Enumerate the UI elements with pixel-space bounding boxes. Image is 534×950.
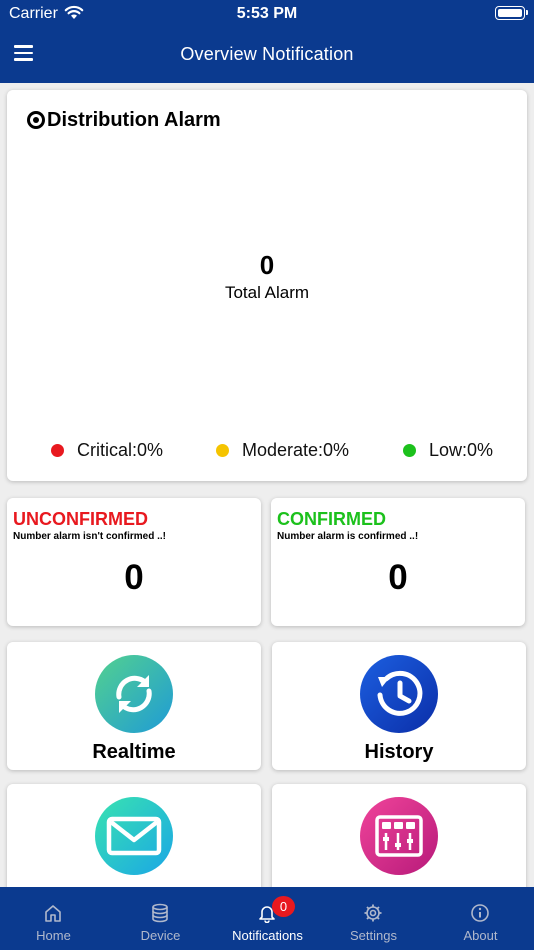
history-label: History bbox=[364, 741, 434, 763]
notification-badge: 0 bbox=[272, 896, 295, 917]
tab-about-label: About bbox=[463, 928, 498, 943]
total-alarm-value: 0 bbox=[259, 250, 275, 280]
unconfirmed-card[interactable]: UNCONFIRMED Number alarm isn't confirmed… bbox=[7, 498, 261, 626]
confirmed-subtitle: Number alarm is confirmed ..! bbox=[277, 531, 419, 542]
tab-notifications-label: Notifications bbox=[232, 928, 303, 943]
critical-dot-icon bbox=[51, 444, 64, 457]
legend-critical-label: Critical:0% bbox=[77, 440, 164, 460]
app-header: Carrier 5:53 PM Overview Notification bbox=[0, 0, 534, 83]
history-tile[interactable]: History bbox=[272, 642, 526, 770]
realtime-label: Realtime bbox=[92, 741, 176, 763]
tab-home[interactable]: Home bbox=[0, 887, 107, 950]
tab-bar: Home Device Notifications Settings About bbox=[0, 887, 534, 950]
database-icon bbox=[152, 903, 168, 923]
tab-settings-label: Settings bbox=[350, 928, 397, 943]
tab-device[interactable]: Device bbox=[107, 887, 214, 950]
history-clock-icon bbox=[360, 655, 438, 733]
total-alarm-label: Total Alarm bbox=[224, 283, 310, 302]
target-icon bbox=[27, 111, 45, 129]
legend-low-label: Low:0% bbox=[429, 440, 494, 460]
legend-low: Low:0% bbox=[403, 440, 493, 461]
unconfirmed-value: 0 bbox=[124, 558, 144, 597]
distribution-alarm-card: Distribution Alarm 0 Total Alarm Critica… bbox=[7, 90, 527, 481]
realtime-tile[interactable]: Realtime bbox=[7, 642, 261, 770]
info-icon bbox=[471, 904, 489, 922]
tab-about[interactable]: About bbox=[427, 887, 534, 950]
unconfirmed-title: UNCONFIRMED bbox=[13, 509, 148, 529]
tab-notifications[interactable]: Notifications bbox=[214, 887, 321, 950]
legend-critical: Critical:0% bbox=[51, 440, 163, 461]
mixer-panel-icon bbox=[360, 797, 438, 875]
tab-settings[interactable]: Settings bbox=[320, 887, 427, 950]
refresh-icon bbox=[95, 655, 173, 733]
status-time: 5:53 PM bbox=[236, 5, 298, 22]
home-icon bbox=[45, 905, 61, 922]
low-dot-icon bbox=[403, 444, 416, 457]
tab-home-label: Home bbox=[36, 928, 71, 943]
battery-icon bbox=[495, 6, 528, 20]
tab-device-label: Device bbox=[140, 928, 181, 943]
confirmed-value: 0 bbox=[388, 558, 408, 597]
gear-icon bbox=[364, 904, 382, 922]
confirmed-title: CONFIRMED bbox=[277, 509, 386, 529]
distribution-title: Distribution Alarm bbox=[47, 109, 221, 131]
confirmed-card[interactable]: CONFIRMED Number alarm is confirmed ..! … bbox=[271, 498, 525, 626]
page-title: Overview Notification bbox=[180, 44, 354, 64]
legend-moderate-label: Moderate:0% bbox=[242, 440, 350, 460]
mail-icon bbox=[95, 797, 173, 875]
moderate-dot-icon bbox=[216, 444, 229, 457]
status-bar: Carrier 5:53 PM bbox=[0, 0, 534, 28]
unconfirmed-subtitle: Number alarm isn't confirmed ..! bbox=[13, 531, 166, 542]
legend-moderate: Moderate:0% bbox=[216, 440, 349, 461]
